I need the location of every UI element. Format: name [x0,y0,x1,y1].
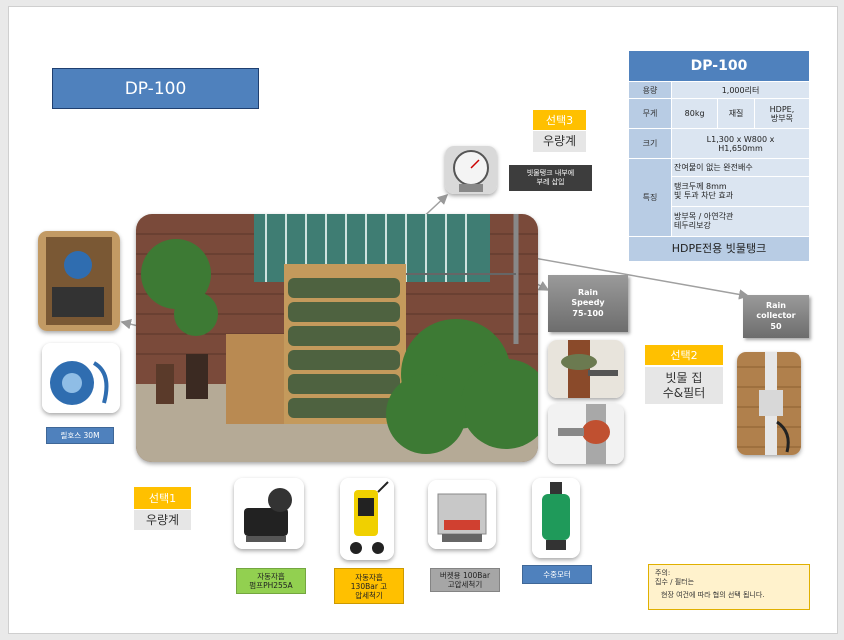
submersible-caption: 수중모터 [522,565,592,584]
pump-image [234,478,304,549]
inside-tank-note: 빗물탱크 내부에 부레 삽입 [509,165,592,191]
bucket-washer-image [428,480,496,549]
option1-label: 우량계 [134,510,191,530]
bucket-washer-caption: 버켓용 100Bar 고압세척기 [430,568,500,592]
pump-caption: 자동자흡 펌프PH255A [236,568,306,594]
rain-tank-photo [136,214,538,462]
rain-collector-box: Rain collector 50 [743,295,809,338]
option3-label: 우량계 [533,131,586,152]
option3-tag: 선택3 [533,110,586,130]
hose-caption: 릴호스 30M [46,427,114,444]
rain-speedy-image-1 [548,340,624,398]
option2-tag: 선택2 [645,345,723,365]
option1-tag: 선택1 [134,487,191,509]
caution-note: 주의: 집수 / 필터는 현장 여건에 따라 협의 선택 됩니다. [648,564,810,610]
washer-caption: 자동자흡 130Bar 고 압세척기 [334,568,404,604]
submersible-pump-image [532,478,580,558]
option2-label: 빗물 집 수&필터 [645,367,723,404]
rain-speedy-box: Rain Speedy 75-100 [548,275,628,332]
rain-gauge-image [445,146,497,194]
washer-image [340,478,394,560]
rain-collector-image [737,352,801,455]
rain-speedy-image-2 [548,404,624,464]
hose-reel-image [42,343,120,413]
hose-cabinet-image [38,231,120,331]
note-line-2: 현장 여건에 따라 협의 선택 됩니다. [661,590,765,599]
note-line-1: 집수 / 필터는 [655,578,695,587]
